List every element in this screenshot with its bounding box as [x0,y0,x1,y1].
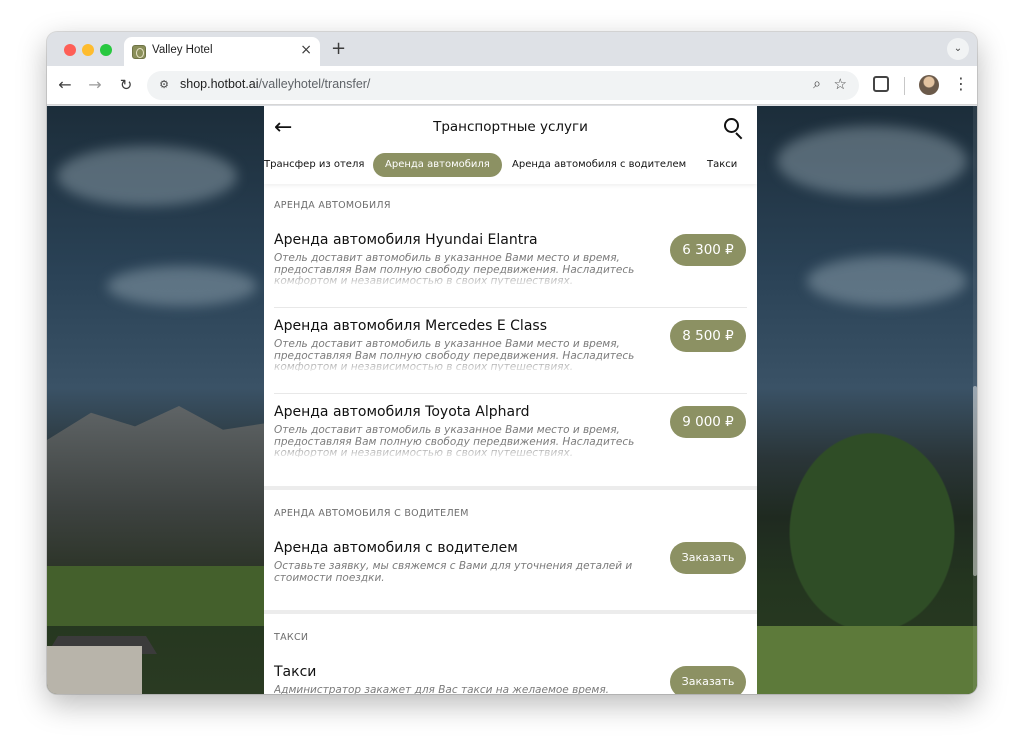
item-description: Администратор закажет для Вас такси на ж… [274,685,609,694]
favicon-icon [132,45,146,59]
category-tabs: Трансфер из отеля Аренда автомобиля Арен… [264,153,757,179]
page-scrollbar[interactable] [973,106,977,694]
reload-icon[interactable]: ↻ [116,75,136,95]
section-label-car-rental: АРЕНДА АВТОМОБИЛЯ [274,200,391,211]
search-icon[interactable] [724,118,744,140]
item-description: Оставьте заявку, мы свяжемся с Вами для … [274,561,633,584]
tab-taxi[interactable]: Такси [707,153,737,177]
section-divider [264,486,757,490]
browser-window: Valley Hotel × + ⌄ ← → ↻ ⚙ shop.hotbot.a… [47,32,977,694]
item-description: Отель доставит автомобиль в указанное Ва… [274,339,635,371]
item-divider [274,393,747,394]
tab-car-with-driver[interactable]: Аренда автомобиля с водителем [512,153,686,177]
list-item[interactable]: Такси Администратор закажет для Вас такс… [264,664,757,694]
tab-strip: Valley Hotel × + ⌄ [47,32,977,66]
minimize-window-icon[interactable] [82,44,94,56]
section-divider [264,610,757,614]
item-divider [274,307,747,308]
list-item[interactable]: Аренда автомобиля Toyota Alphard Отель д… [264,404,757,490]
maximize-window-icon[interactable] [100,44,112,56]
price-button[interactable]: 8 500 ₽ [670,320,746,352]
address-bar[interactable]: ⚙ shop.hotbot.ai/valleyhotel/transfer/ ⌕… [147,71,859,100]
item-title: Такси [274,664,317,680]
item-title: Аренда автомобиля с водителем [274,540,518,556]
tab-search-icon[interactable]: ⌄ [947,38,969,60]
browser-tab[interactable]: Valley Hotel × [124,37,320,66]
close-window-icon[interactable] [64,44,76,56]
back-icon[interactable]: ← [55,75,75,95]
browser-toolbar: ← → ↻ ⚙ shop.hotbot.ai/valleyhotel/trans… [47,66,977,105]
zoom-icon[interactable]: ⌕ [813,76,821,92]
tab-car-rental[interactable]: Аренда автомобиля [373,153,502,177]
section-label-taxi: ТАКСИ [274,632,309,643]
tab-transfer[interactable]: Трансфер из отеля [264,153,364,177]
order-button[interactable]: Заказать [670,666,746,694]
page-viewport: ← Транспортные услуги Трансфер из отеля … [47,106,977,694]
tab-title: Valley Hotel [152,44,213,56]
list-item[interactable]: Аренда автомобиля Mercedes E Class Отель… [264,318,757,404]
section-label-car-with-driver: АРЕНДА АВТОМОБИЛЯ С ВОДИТЕЛЕМ [274,508,469,519]
order-button[interactable]: Заказать [670,542,746,574]
price-button[interactable]: 9 000 ₽ [670,406,746,438]
url-text[interactable]: shop.hotbot.ai/valleyhotel/transfer/ [180,77,370,91]
item-title: Аренда автомобиля Toyota Alphard [274,404,530,420]
transport-panel: ← Транспортные услуги Трансфер из отеля … [264,106,757,694]
panel-header: ← Транспортные услуги Трансфер из отеля … [264,106,757,184]
item-title: Аренда автомобиля Hyundai Elantra [274,232,538,248]
scroll-thumb[interactable] [973,386,977,576]
profile-avatar[interactable] [919,75,939,95]
new-tab-icon[interactable]: + [331,38,346,59]
forward-icon[interactable]: → [85,75,105,95]
list-item[interactable]: Аренда автомобиля Hyundai Elantra Отель … [264,232,757,318]
tab-close-icon[interactable]: × [300,42,312,58]
item-description: Отель доставит автомобиль в указанное Ва… [274,253,635,285]
price-button[interactable]: 6 300 ₽ [670,234,746,266]
browser-menu-icon[interactable]: ⋮ [953,74,969,93]
extensions-icon[interactable] [873,76,889,92]
site-info-icon[interactable]: ⚙ [156,77,172,93]
item-title: Аренда автомобиля Mercedes E Class [274,318,547,334]
item-description: Отель доставит автомобиль в указанное Ва… [274,425,635,457]
page-title: Транспортные услуги [433,119,588,135]
bookmark-star-icon[interactable]: ☆ [834,75,847,93]
toolbar-divider [904,77,905,95]
